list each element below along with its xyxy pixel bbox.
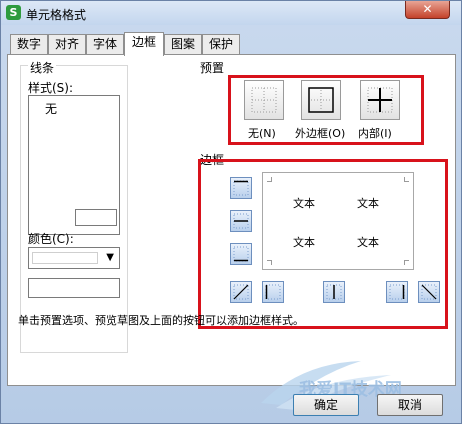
preset-none-label: 无(N) [248,127,276,140]
window-title: 单元格格式 [26,8,87,22]
border-middle-horizontal-button[interactable] [230,210,252,232]
border-top-button[interactable] [230,177,252,199]
tab-protection[interactable]: 保护 [202,34,240,55]
color-dropdown[interactable]: ▼ [28,247,120,269]
preset-outline-button[interactable] [301,80,341,120]
preview-text: 文本 [293,197,315,210]
border-middle-vertical-button[interactable] [323,281,345,303]
cancel-button[interactable]: 取消 [377,394,443,416]
preview-corner-mark [267,177,272,182]
hint-text: 单击预置选项、预览草图及上面的按钮可以添加边框样式。 [18,314,304,327]
tab-font[interactable]: 字体 [86,34,124,55]
preset-inside-label: 内部(I) [358,127,392,140]
preset-none-button[interactable] [244,80,284,120]
border-tab-panel: 线条 样式(S): 无 颜色(C): ▼ 预置 无(N) 外边框(O) 内部(I… [7,54,456,386]
border-preview[interactable]: 文本 文本 文本 文本 [262,172,414,270]
preview-text: 文本 [357,197,379,210]
line-style-sample[interactable] [75,209,117,226]
tab-number[interactable]: 数字 [10,34,48,55]
preview-text: 文本 [357,236,379,249]
tab-pattern[interactable]: 图案 [164,34,202,55]
color-swatch [32,252,98,264]
preset-outline-label: 外边框(O) [295,127,346,140]
tab-border[interactable]: 边框 [124,32,164,56]
preview-corner-mark [267,260,272,265]
tab-alignment[interactable]: 对齐 [48,34,86,55]
border-left-button[interactable] [262,281,284,303]
border-diagonal-down-button[interactable] [418,281,440,303]
line-group-title: 线条 [28,59,57,76]
preview-corner-mark [404,177,409,182]
close-button[interactable]: ✕ [405,1,450,19]
app-icon: S [6,5,21,20]
preset-none-icon [251,87,277,113]
title-bar[interactable]: S 单元格格式 ✕ [1,1,461,25]
ok-button[interactable]: 确定 [293,394,359,416]
line-style-none[interactable]: 无 [45,100,57,117]
preset-inside-icon [367,87,393,113]
border-bottom-button[interactable] [230,243,252,265]
style-label: 样式(S): [28,81,74,95]
border-right-button[interactable] [386,281,408,303]
line-style-list[interactable]: 无 [28,95,120,235]
format-cells-dialog: S 单元格格式 ✕ 数字 对齐 字体 边框 图案 保护 线条 样式(S): 无 … [0,0,462,424]
presets-title: 预置 [200,61,225,75]
border-diagonal-up-button[interactable] [230,281,252,303]
chevron-down-icon: ▼ [106,252,114,263]
preview-text: 文本 [293,236,315,249]
color-preview-box [28,278,120,298]
color-label: 颜色(C): [28,232,74,246]
preview-corner-mark [404,260,409,265]
preset-inside-button[interactable] [360,80,400,120]
preset-outline-icon [308,87,334,113]
